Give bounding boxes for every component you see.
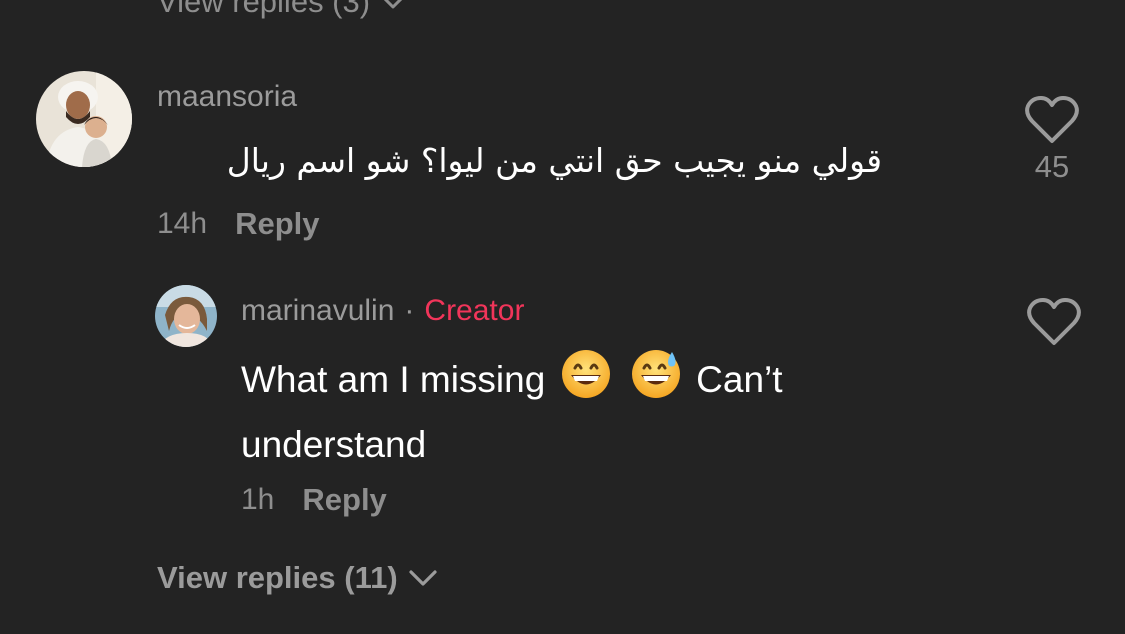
- comment-text: قولي منو يجيب حق انتي من ليوا؟ شو اسم ري…: [226, 141, 882, 180]
- heart-outline-icon: [1025, 96, 1079, 143]
- view-replies-label: View replies (11): [157, 560, 398, 595]
- comment-text-part2: Can’t: [696, 359, 783, 400]
- like-button[interactable]: [1024, 297, 1084, 347]
- like-count: 45: [1034, 149, 1070, 184]
- comment-username[interactable]: marinavulin: [241, 294, 394, 327]
- avatar[interactable]: [155, 285, 217, 347]
- comment-username[interactable]: maansoria: [157, 80, 297, 114]
- comment-text-part1: What am I missing: [241, 359, 546, 400]
- chevron-down-icon: [409, 570, 437, 586]
- comment-text: What am I missing Can’t understand: [241, 348, 961, 473]
- like-button[interactable]: 45: [1022, 95, 1082, 185]
- comment-timestamp: 1h: [241, 483, 275, 516]
- grinning-emoji-icon: [560, 348, 612, 416]
- view-replies-top[interactable]: View replies (3): [157, 0, 406, 20]
- comment-header: marinavulin · Creator: [241, 294, 524, 328]
- view-replies-top-label: View replies (3): [157, 0, 371, 19]
- avatar[interactable]: [36, 71, 132, 167]
- comment-meta: 14h Reply: [157, 206, 319, 242]
- comment-timestamp: 14h: [157, 207, 208, 240]
- sweat-smile-emoji-icon: [630, 348, 682, 416]
- comment-text-line2: understand: [241, 424, 427, 465]
- chevron-down-icon: [383, 0, 403, 9]
- view-replies-button[interactable]: View replies (11): [157, 560, 438, 596]
- reply-button[interactable]: Reply: [235, 206, 319, 242]
- reply-button[interactable]: Reply: [302, 482, 386, 518]
- creator-badge: Creator: [424, 294, 525, 327]
- comment-meta: 1h Reply: [241, 482, 387, 518]
- separator-dot: ·: [404, 294, 415, 327]
- heart-outline-icon: [1027, 298, 1081, 345]
